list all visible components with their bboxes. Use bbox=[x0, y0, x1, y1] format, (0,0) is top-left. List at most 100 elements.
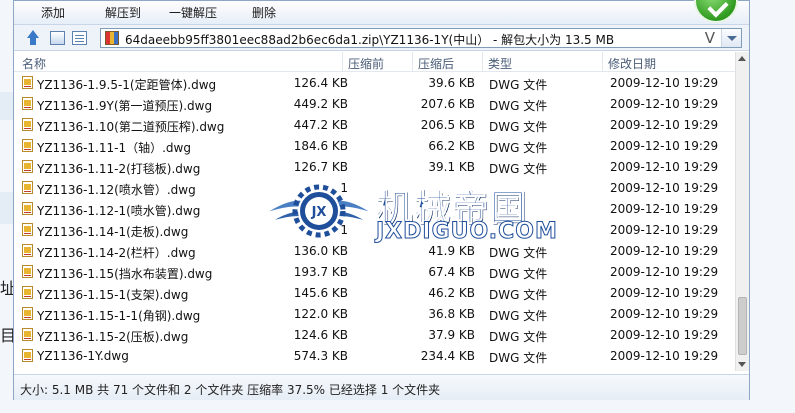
file-modified: 2009-12-10 19:29 bbox=[610, 181, 719, 195]
column-separator[interactable] bbox=[482, 52, 483, 71]
extract-to-button[interactable]: 解压到 bbox=[105, 4, 141, 22]
column-separator[interactable] bbox=[602, 52, 603, 71]
scroll-down-arrow-icon[interactable] bbox=[738, 362, 746, 367]
column-modified-header[interactable]: 修改日期 bbox=[608, 55, 656, 72]
file-row[interactable]: YZ1136-1Y.dwg 574.3 KB 234.4 KB DWG 文件 2… bbox=[14, 346, 736, 367]
file-name: YZ1136-1.9.5-1(定距管体).dwg bbox=[37, 78, 217, 92]
dwg-file-icon bbox=[22, 118, 33, 131]
dwg-file-icon bbox=[22, 76, 33, 89]
file-size: 574.3 KB bbox=[293, 349, 348, 363]
file-row[interactable]: YZ1136-1.15-1(支架).dwg 145.6 KB 46.2 KB D… bbox=[14, 283, 736, 304]
file-type: DWG 文件 bbox=[489, 120, 548, 134]
emblem-text: JX bbox=[311, 205, 327, 220]
dwg-file-icon bbox=[22, 139, 33, 152]
file-modified: 2009-12-10 19:29 bbox=[610, 97, 719, 111]
file-size: 449.2 KB bbox=[293, 97, 348, 111]
file-modified: 2009-12-10 19:29 bbox=[610, 139, 719, 153]
file-packed-size: 67.4 KB bbox=[428, 265, 475, 279]
column-separator[interactable] bbox=[412, 52, 413, 71]
watermark-logo: JX 机械帝国 JXDIGUO.COM bbox=[264, 173, 564, 253]
file-modified: 2009-12-10 19:29 bbox=[610, 265, 719, 279]
dwg-file-icon bbox=[22, 202, 33, 215]
file-packed-size: 36.8 KB bbox=[428, 307, 475, 321]
dwg-file-icon bbox=[22, 223, 33, 236]
address-v-glyph: V bbox=[704, 29, 715, 47]
dwg-file-icon bbox=[22, 328, 33, 341]
file-modified: 2009-12-10 19:29 bbox=[610, 118, 719, 132]
file-modified: 2009-12-10 19:29 bbox=[610, 328, 719, 342]
file-size: 126.7 KB bbox=[293, 160, 348, 174]
column-size-header[interactable]: 压缩前 bbox=[348, 55, 384, 72]
file-name: YZ1136-1.12-1(喷水管).dwg bbox=[37, 204, 201, 218]
file-row[interactable]: YZ1136-1.9.5-1(定距管体).dwg 126.4 KB 39.6 K… bbox=[14, 73, 736, 94]
file-row[interactable]: YZ1136-1.10(第二道预压榨).dwg 447.2 KB 206.5 K… bbox=[14, 115, 736, 136]
column-packed-header[interactable]: 压缩后 bbox=[418, 55, 454, 72]
file-row[interactable]: YZ1136-1.15-2(压板).dwg 124.6 KB 37.9 KB D… bbox=[14, 325, 736, 346]
vertical-scrollbar[interactable] bbox=[735, 52, 749, 371]
file-name: YZ1136-1.15-1-1(角钢).dwg bbox=[37, 309, 201, 323]
file-name: YZ1136-1Y.dwg bbox=[37, 349, 129, 363]
dwg-file-icon bbox=[22, 181, 33, 194]
file-size: 145.6 KB bbox=[293, 286, 348, 300]
file-row[interactable]: YZ1136-1.15(挡水布装置).dwg 193.7 KB 67.4 KB … bbox=[14, 262, 736, 283]
file-modified: 2009-12-10 19:29 bbox=[610, 244, 719, 258]
file-modified: 2009-12-10 19:29 bbox=[610, 223, 719, 237]
add-button[interactable]: 添加 bbox=[41, 4, 65, 22]
archive-window: 添加 解压到 一键解压 删除 64daeebb95ff3801eec88ad2b… bbox=[13, 0, 750, 400]
dwg-file-icon bbox=[22, 97, 33, 110]
file-name: YZ1136-1.10(第二道预压榨).dwg bbox=[37, 120, 225, 134]
column-header: 名称 压缩前 压缩后 类型 修改日期 bbox=[14, 52, 736, 72]
column-name-header[interactable]: 名称 bbox=[22, 55, 46, 72]
file-type: DWG 文件 bbox=[489, 141, 548, 155]
file-name: YZ1136-1.11-1（轴）.dwg bbox=[37, 141, 191, 155]
file-size: 126.4 KB bbox=[293, 76, 348, 90]
dwg-file-icon bbox=[22, 244, 33, 257]
address-path: 64daeebb95ff3801eec88ad2b6ec6da1.zip\YZ1… bbox=[125, 33, 615, 47]
file-modified: 2009-12-10 19:29 bbox=[610, 202, 719, 216]
file-size: 193.7 KB bbox=[293, 265, 348, 279]
file-type: DWG 文件 bbox=[489, 288, 548, 302]
file-packed-size: 66.2 KB bbox=[428, 139, 475, 153]
dwg-file-icon bbox=[22, 160, 33, 173]
file-name: YZ1136-1.15(挡水布装置).dwg bbox=[37, 267, 213, 281]
scroll-up-arrow-icon[interactable] bbox=[738, 56, 746, 61]
delete-button[interactable]: 删除 bbox=[252, 4, 276, 22]
address-field[interactable]: 64daeebb95ff3801eec88ad2b6ec6da1.zip\YZ1… bbox=[100, 28, 742, 48]
dwg-file-icon bbox=[22, 265, 33, 278]
address-dropdown-button[interactable] bbox=[721, 29, 741, 47]
file-packed-size: 46.2 KB bbox=[428, 286, 475, 300]
winged-gear-emblem-icon: JX bbox=[265, 184, 373, 238]
file-size: 184.6 KB bbox=[293, 139, 348, 153]
file-type: DWG 文件 bbox=[489, 309, 548, 323]
file-size: 124.6 KB bbox=[293, 328, 348, 342]
column-type-header[interactable]: 类型 bbox=[488, 55, 512, 72]
file-type: DWG 文件 bbox=[489, 78, 548, 92]
file-packed-size: 207.6 KB bbox=[420, 97, 475, 111]
column-separator[interactable] bbox=[342, 52, 343, 71]
scrollbar-thumb[interactable] bbox=[738, 297, 747, 355]
file-name: YZ1136-1.15-1(支架).dwg bbox=[37, 288, 189, 302]
file-packed-size: 39.1 KB bbox=[428, 160, 475, 174]
thumbnail-view-icon[interactable] bbox=[50, 31, 65, 45]
status-text: 大小: 5.1 MB 共 71 个文件和 2 个文件夹 压缩率 37.5% 已经… bbox=[20, 383, 441, 397]
file-row[interactable]: YZ1136-1.11-1（轴）.dwg 184.6 KB 66.2 KB DW… bbox=[14, 136, 736, 157]
file-name: YZ1136-1.11-2(打毯板).dwg bbox=[37, 162, 201, 176]
background-strip bbox=[0, 92, 14, 120]
file-modified: 2009-12-10 19:29 bbox=[610, 349, 719, 363]
dwg-file-icon bbox=[22, 286, 33, 299]
file-packed-size: 206.5 KB bbox=[420, 118, 475, 132]
one-click-extract-button[interactable]: 一键解压 bbox=[169, 4, 217, 22]
file-name: YZ1136-1.14-2(栏杆）.dwg bbox=[37, 246, 196, 260]
file-name: YZ1136-1.14-1(走板).dwg bbox=[37, 225, 189, 239]
file-packed-size: 234.4 KB bbox=[420, 349, 475, 363]
file-type: DWG 文件 bbox=[489, 330, 548, 344]
file-row[interactable]: YZ1136-1.15-1-1(角钢).dwg 122.0 KB 36.8 KB… bbox=[14, 304, 736, 325]
file-row[interactable]: YZ1136-1.9Y(第一道预压).dwg 449.2 KB 207.6 KB… bbox=[14, 94, 736, 115]
watermark-subtitle: JXDIGUO.COM bbox=[376, 219, 558, 245]
security-shield-icon bbox=[694, 0, 738, 23]
list-view-icon[interactable] bbox=[72, 31, 87, 45]
file-type: DWG 文件 bbox=[489, 351, 548, 365]
file-modified: 2009-12-10 19:29 bbox=[610, 286, 719, 300]
up-folder-icon[interactable] bbox=[24, 29, 42, 47]
dwg-file-icon bbox=[22, 349, 33, 362]
